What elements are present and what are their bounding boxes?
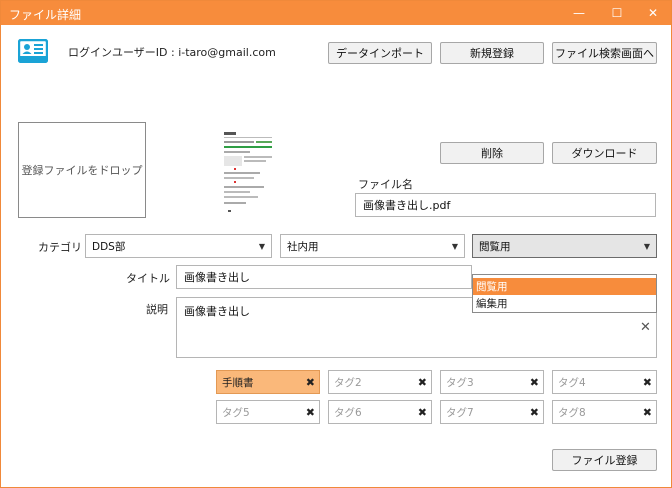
tag-2-field[interactable]: タグ2 ✖ bbox=[328, 370, 432, 394]
dropdown-option-view[interactable]: 閲覧用 bbox=[473, 278, 656, 295]
close-button[interactable]: ✕ bbox=[635, 1, 671, 25]
title-bar: ファイル詳細 — ☐ ✕ bbox=[1, 1, 671, 25]
remove-tag-icon[interactable]: ✖ bbox=[643, 376, 652, 389]
dropdown-option-edit[interactable]: 編集用 bbox=[473, 295, 656, 312]
tag-8-placeholder: タグ8 bbox=[558, 406, 586, 419]
tag-4-field[interactable]: タグ4 ✖ bbox=[552, 370, 657, 394]
remove-tag-icon[interactable]: ✖ bbox=[306, 406, 315, 419]
download-button[interactable]: ダウンロード bbox=[552, 142, 657, 164]
category-label: カテゴリ bbox=[38, 241, 82, 254]
description-text: 画像書き出し bbox=[184, 305, 250, 318]
chevron-down-icon: ▼ bbox=[643, 242, 650, 251]
chevron-down-icon: ▼ bbox=[451, 242, 458, 251]
description-label: 説明 bbox=[146, 303, 168, 316]
new-register-button[interactable]: 新規登録 bbox=[440, 42, 544, 64]
tag-6-field[interactable]: タグ6 ✖ bbox=[328, 400, 432, 424]
file-search-button[interactable]: ファイル検索画面へ bbox=[552, 42, 657, 64]
category-select-3-value: 閲覧用 bbox=[479, 240, 511, 253]
category-select-1-value: DDS部 bbox=[92, 240, 126, 253]
delete-button[interactable]: 削除 bbox=[440, 142, 544, 164]
category-select-1[interactable]: DDS部 ▼ bbox=[85, 234, 272, 258]
tag-4-placeholder: タグ4 bbox=[558, 376, 586, 389]
minimize-button[interactable]: — bbox=[561, 1, 597, 25]
tag-1-field[interactable]: 手順書 ✖ bbox=[216, 370, 320, 394]
title-label: タイトル bbox=[126, 272, 170, 285]
category-3-dropdown-list: 閲覧用 編集用 bbox=[472, 274, 657, 313]
tag-8-field[interactable]: タグ8 ✖ bbox=[552, 400, 657, 424]
login-user-label: ログインユーザーID : i-taro@gmail.com bbox=[68, 46, 276, 59]
title-field[interactable]: 画像書き出し bbox=[176, 265, 472, 289]
tag-1-value: 手順書 bbox=[222, 376, 254, 389]
file-name-label: ファイル名 bbox=[358, 178, 413, 191]
category-select-3[interactable]: 閲覧用 ▼ bbox=[472, 234, 657, 258]
tag-5-placeholder: タグ5 bbox=[222, 406, 250, 419]
file-drop-zone[interactable]: 登録ファイルをドロップ bbox=[18, 122, 146, 218]
chevron-down-icon: ▼ bbox=[258, 242, 265, 251]
window-title: ファイル詳細 bbox=[9, 8, 82, 22]
remove-tag-icon[interactable]: ✖ bbox=[643, 406, 652, 419]
clear-icon[interactable]: ✕ bbox=[640, 320, 651, 335]
tag-3-field[interactable]: タグ3 ✖ bbox=[440, 370, 544, 394]
category-select-2-value: 社内用 bbox=[287, 240, 319, 253]
tag-5-field[interactable]: タグ5 ✖ bbox=[216, 400, 320, 424]
remove-tag-icon[interactable]: ✖ bbox=[418, 376, 427, 389]
maximize-button[interactable]: ☐ bbox=[599, 1, 635, 25]
tag-3-placeholder: タグ3 bbox=[446, 376, 474, 389]
file-name-field[interactable]: 画像書き出し.pdf bbox=[355, 193, 656, 217]
tag-7-field[interactable]: タグ7 ✖ bbox=[440, 400, 544, 424]
file-register-button[interactable]: ファイル登録 bbox=[552, 449, 657, 471]
remove-tag-icon[interactable]: ✖ bbox=[530, 406, 539, 419]
file-thumbnail[interactable] bbox=[220, 128, 278, 214]
remove-tag-icon[interactable]: ✖ bbox=[418, 406, 427, 419]
tag-2-placeholder: タグ2 bbox=[334, 376, 362, 389]
tag-7-placeholder: タグ7 bbox=[446, 406, 474, 419]
remove-tag-icon[interactable]: ✖ bbox=[306, 376, 315, 389]
data-import-button[interactable]: データインポート bbox=[328, 42, 432, 64]
user-card-icon bbox=[17, 38, 49, 64]
tag-6-placeholder: タグ6 bbox=[334, 406, 362, 419]
category-select-2[interactable]: 社内用 ▼ bbox=[280, 234, 465, 258]
file-detail-window: ファイル詳細 — ☐ ✕ ログインユーザーID : i-taro@gmail.c… bbox=[0, 0, 672, 488]
remove-tag-icon[interactable]: ✖ bbox=[530, 376, 539, 389]
